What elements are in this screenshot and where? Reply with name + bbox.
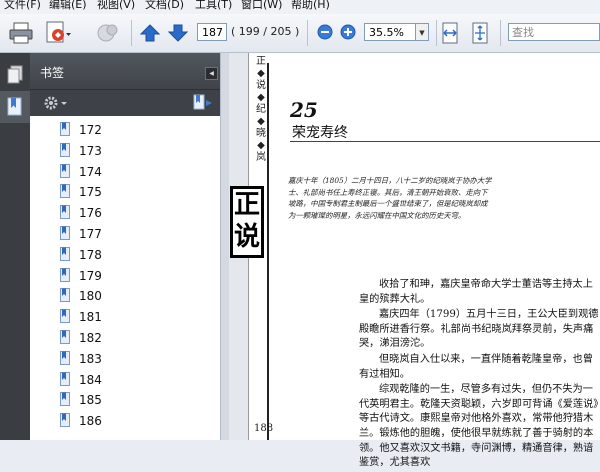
sign-icon[interactable] bbox=[96, 22, 120, 44]
bookmark-label: 181 bbox=[79, 310, 102, 325]
body-text: 收拾了和珅，嘉庆皇帝命大学士董诰等主持太上皇的殡葬大礼。 嘉庆四年（1799）五… bbox=[359, 278, 600, 472]
bookmark-label: 178 bbox=[79, 247, 102, 262]
bookmark-item[interactable]: 185 bbox=[30, 390, 220, 410]
bookmark-item[interactable]: 176 bbox=[30, 203, 220, 223]
bookmark-icon bbox=[60, 184, 70, 199]
bookmark-label: 176 bbox=[79, 206, 102, 221]
toolbar-separator bbox=[131, 20, 132, 46]
bookmark-label: 174 bbox=[79, 164, 102, 179]
toolbar-separator bbox=[436, 20, 437, 46]
new-bookmark-icon[interactable] bbox=[193, 94, 213, 112]
bookmark-item[interactable]: 175 bbox=[30, 182, 220, 202]
bookmark-label: 184 bbox=[79, 372, 102, 387]
bookmark-label: 173 bbox=[79, 143, 102, 158]
zoom-dropdown-button[interactable]: ▼ bbox=[416, 23, 429, 41]
menu-window[interactable]: 窗口(W) bbox=[241, 0, 282, 12]
paragraph: 但晓岚自入仕以来，一直伴随着乾隆皇帝，也曾有过相知。 bbox=[359, 353, 593, 380]
chapter-intro: 嘉庆十年（1805）二月十四日，八十二岁的纪晓岚于协办大学士、礼部尚书任上寿终正… bbox=[288, 176, 492, 220]
bookmark-icon bbox=[60, 413, 70, 428]
bookmark-item[interactable]: 173 bbox=[30, 141, 220, 161]
bookmark-item[interactable]: 178 bbox=[30, 245, 220, 265]
bookmark-label: 180 bbox=[79, 289, 102, 304]
chapter-title: 荣宠寿终 bbox=[292, 125, 348, 141]
panel-title: 书签 bbox=[40, 66, 65, 80]
panel-header: 书签 ◀ bbox=[30, 53, 220, 90]
bookmark-icon bbox=[60, 288, 70, 303]
toolbar-separator bbox=[307, 20, 308, 46]
search-input[interactable]: 查找 bbox=[508, 23, 600, 41]
menu-document[interactable]: 文档(D) bbox=[145, 0, 184, 12]
navigation-strip bbox=[0, 53, 30, 440]
paragraph: 嘉庆四年（1799）五月十三日，王公大臣到观德殿瞻所进香行祭。礼部尚书纪晓岚拜祭… bbox=[359, 309, 599, 350]
chapter-number: 25 bbox=[290, 98, 318, 122]
toolbar-separator bbox=[500, 20, 501, 46]
menu-help[interactable]: 帮助(H) bbox=[291, 0, 330, 12]
page-number-input[interactable]: 187 bbox=[197, 23, 227, 41]
bookmarks-panel: 书签 ◀ 172 173 174 175 176 177 178 179 180 181 182 18… bbox=[30, 53, 220, 440]
bookmark-icon bbox=[60, 330, 70, 344]
bookmark-item[interactable]: 184 bbox=[30, 370, 220, 390]
panel-toolbar bbox=[30, 90, 220, 116]
page-count-label: ( 199 / 205 ) bbox=[231, 25, 300, 38]
bookmark-label: 183 bbox=[79, 351, 102, 366]
menu-bar: 文件(F) 编辑(E) 视图(V) 文档(D) 工具(T) 窗口(W) 帮助(H… bbox=[0, 0, 600, 14]
menu-edit[interactable]: 编辑(E) bbox=[49, 0, 87, 12]
bookmark-label: 182 bbox=[79, 331, 102, 345]
bookmark-icon bbox=[60, 309, 70, 324]
bookmark-panel-icon bbox=[7, 97, 22, 116]
menu-view[interactable]: 视图(V) bbox=[97, 0, 135, 12]
bookmarks-tab-active[interactable] bbox=[0, 91, 30, 123]
fit-width-icon[interactable] bbox=[440, 22, 460, 44]
bookmark-icon bbox=[60, 246, 70, 261]
bookmark-icon bbox=[60, 163, 70, 178]
paragraph: 收拾了和珅，嘉庆皇帝命大学士董诰等主持太上皇的殡葬大礼。 bbox=[359, 279, 593, 305]
previous-page-icon[interactable] bbox=[140, 23, 160, 43]
paragraph: 综观乾隆的一生，尽管多有过失，但仍不失为一代英明君主。乾隆天资聪颖，六岁即可背诵… bbox=[359, 384, 599, 469]
zoom-out-icon[interactable] bbox=[317, 24, 333, 40]
bookmark-label: 177 bbox=[79, 227, 102, 241]
bookmark-item[interactable]: 172 bbox=[30, 120, 220, 140]
bookmark-item[interactable]: 179 bbox=[30, 266, 220, 286]
page-number: 188 bbox=[254, 423, 274, 434]
bookmark-icon bbox=[60, 392, 70, 407]
toolbar: 187 ( 199 / 205 ) 35.5% ▼ 查找 bbox=[0, 14, 600, 53]
bookmark-label: 175 bbox=[79, 185, 102, 200]
bookmark-icon bbox=[60, 142, 70, 157]
running-head: 正◆说◆纪◆晓◆岚 bbox=[256, 56, 266, 163]
bookmark-item[interactable]: 186 bbox=[30, 411, 220, 431]
menu-file[interactable]: 文件(F) bbox=[4, 0, 41, 12]
bookmark-icon bbox=[60, 226, 70, 240]
bookmark-icon bbox=[60, 122, 70, 136]
bookmark-item[interactable]: 177 bbox=[30, 224, 220, 244]
document-tools-icon[interactable] bbox=[44, 20, 72, 46]
zoom-in-icon[interactable] bbox=[340, 24, 356, 40]
bookmark-list: 172 173 174 175 176 177 178 179 180 181 182 183 184 1… bbox=[30, 116, 220, 440]
menu-tools[interactable]: 工具(T) bbox=[195, 0, 232, 12]
chapter-rule bbox=[290, 141, 600, 142]
pages-icon[interactable] bbox=[7, 65, 23, 85]
fit-page-icon[interactable] bbox=[470, 22, 490, 44]
bookmark-item[interactable]: 183 bbox=[30, 349, 220, 369]
panel-collapse-button[interactable]: ◀ bbox=[205, 67, 218, 80]
print-icon[interactable] bbox=[8, 22, 34, 44]
bookmark-item[interactable]: 180 bbox=[30, 286, 220, 306]
bookmark-icon bbox=[60, 350, 70, 365]
bookmark-icon bbox=[60, 205, 70, 220]
zoom-level-input[interactable]: 35.5% bbox=[364, 23, 416, 41]
bookmark-item[interactable]: 181 bbox=[30, 307, 220, 327]
bookmark-label: 172 bbox=[79, 123, 102, 137]
bookmark-item[interactable]: 174 bbox=[30, 162, 220, 182]
bookmark-icon bbox=[60, 371, 70, 386]
bookmark-label: 186 bbox=[79, 414, 102, 429]
bookmark-label: 185 bbox=[79, 393, 102, 408]
bookmark-icon bbox=[60, 267, 70, 282]
next-page-icon[interactable] bbox=[168, 23, 188, 43]
bookmark-item[interactable]: 182 bbox=[30, 328, 220, 348]
bookmark-label: 179 bbox=[79, 268, 102, 283]
book-title-box: 正说 bbox=[230, 186, 264, 258]
panel-splitter[interactable] bbox=[220, 53, 229, 440]
options-gear-icon[interactable] bbox=[43, 95, 69, 111]
